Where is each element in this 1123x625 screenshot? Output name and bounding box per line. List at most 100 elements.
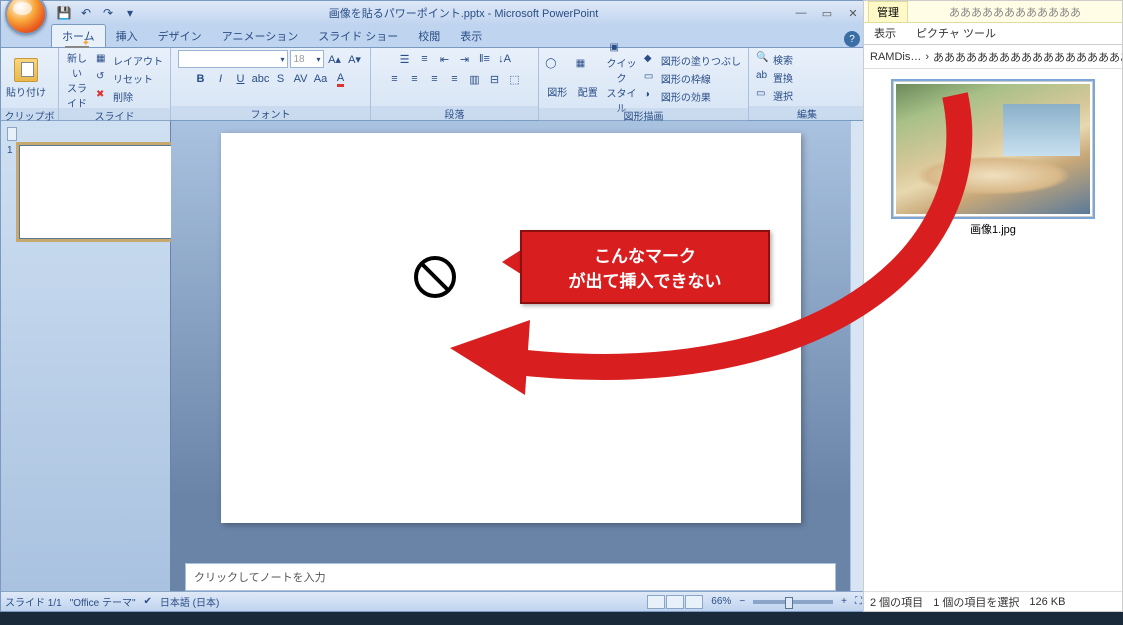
shadow-button[interactable]: S — [272, 70, 290, 88]
zoom-slider[interactable] — [753, 600, 833, 604]
status-item-count: 2 個の項目 — [870, 594, 923, 610]
select-button[interactable]: ▭選択 — [753, 87, 796, 104]
align-text-button[interactable]: ⊟ — [486, 70, 504, 88]
fit-to-window-button[interactable]: ⛶ — [855, 596, 862, 607]
shape-outline-button[interactable]: ▭図形の枠線 — [641, 70, 744, 87]
breadcrumb-segment[interactable]: RAMDis… — [870, 51, 921, 63]
arrange-button[interactable]: ▦配置 — [574, 50, 603, 106]
maximize-button[interactable]: ▭ — [814, 2, 840, 24]
explorer-ribbon-tabs: 表示 ピクチャ ツール — [864, 23, 1122, 45]
slideshow-view-button[interactable] — [685, 595, 703, 609]
save-button[interactable]: 💾 — [55, 4, 73, 22]
new-slide-label: 新しい スライド — [63, 50, 91, 110]
tab-slideshow[interactable]: スライド ショー — [308, 25, 408, 47]
shrink-font-button[interactable]: A▾ — [346, 50, 364, 68]
delete-slide-button[interactable]: ✖削除 — [93, 88, 166, 105]
new-slide-button[interactable]: 新しい スライド — [63, 50, 91, 106]
italic-button[interactable]: I — [212, 70, 230, 88]
grow-font-button[interactable]: A▴ — [326, 50, 344, 68]
justify-button[interactable]: ≡ — [446, 70, 464, 88]
tab-review[interactable]: 校閲 — [408, 25, 450, 47]
shape-fill-button[interactable]: ◆図形の塗りつぶし — [641, 52, 744, 69]
decrease-indent-button[interactable]: ⇤ — [436, 50, 454, 68]
explorer-tab-picture-tools[interactable]: ピクチャ ツール — [906, 22, 1006, 44]
align-left-button[interactable]: ≡ — [386, 70, 404, 88]
callout-line2: が出て挿入できない — [530, 267, 760, 292]
align-right-button[interactable]: ≡ — [426, 70, 444, 88]
sorter-view-button[interactable] — [666, 595, 684, 609]
tab-home[interactable]: ホーム — [51, 24, 106, 47]
reset-icon: ↺ — [96, 71, 110, 85]
minimize-button[interactable]: — — [788, 2, 814, 24]
font-size-combo[interactable]: 18 — [290, 50, 324, 68]
powerpoint-window: 💾 ↶ ↷ ▾ 画像を貼るパワーポイント.pptx - Microsoft Po… — [0, 0, 867, 612]
shape-effects-button[interactable]: ◑図形の効果 — [641, 88, 744, 105]
bold-button[interactable]: B — [192, 70, 210, 88]
callout-line1: こんなマーク — [530, 242, 760, 267]
breadcrumb-segment[interactable]: あああああああああああああああああああああああああああ — [933, 49, 1122, 65]
increase-indent-button[interactable]: ⇥ — [456, 50, 474, 68]
bullets-button[interactable]: ☰ — [396, 50, 414, 68]
undo-button[interactable]: ↶ — [77, 4, 95, 22]
find-icon: 🔍 — [756, 52, 770, 66]
outline-tab-handle[interactable] — [7, 127, 17, 141]
numbering-button[interactable]: ≡ — [416, 50, 434, 68]
qat-dropdown[interactable]: ▾ — [121, 4, 139, 22]
status-file-size: 126 KB — [1029, 596, 1065, 608]
line-spacing-button[interactable]: ‖≡ — [476, 50, 494, 68]
change-case-button[interactable]: Aa — [312, 70, 330, 88]
quick-access-toolbar: 💾 ↶ ↷ ▾ — [55, 4, 139, 22]
reset-button[interactable]: ↺リセット — [93, 70, 166, 87]
effects-icon: ◑ — [644, 89, 658, 103]
shapes-button[interactable]: ◯図形 — [543, 50, 572, 106]
breadcrumb-separator: › — [925, 51, 929, 63]
strike-button[interactable]: abc — [252, 70, 270, 88]
status-spellcheck-icon[interactable]: ✔ — [144, 596, 152, 607]
tab-animation[interactable]: アニメーション — [212, 25, 309, 47]
group-paragraph: ☰ ≡ ⇤ ⇥ ‖≡ ↓A ≡ ≡ ≡ ≡ ▥ ⊟ ⬚ 段落 — [371, 48, 539, 120]
slide-thumbnail-1[interactable] — [19, 145, 174, 239]
underline-button[interactable]: U — [232, 70, 250, 88]
breadcrumb[interactable]: RAMDis… › あああああああああああああああああああああああああああ — [864, 45, 1122, 69]
file-explorer-window: 管理 ああああああああああああ 表示 ピクチャ ツール RAMDis… › ああ… — [863, 0, 1123, 612]
help-button[interactable]: ? — [844, 31, 860, 47]
columns-button[interactable]: ▥ — [466, 70, 484, 88]
smartart-button[interactable]: ⬚ — [506, 70, 524, 88]
zoom-out-button[interactable]: − — [739, 596, 745, 607]
slide-thumbnails-pane[interactable]: 1 — [1, 121, 171, 591]
replace-button[interactable]: ab置換 — [753, 69, 796, 86]
file-thumbnail[interactable] — [893, 81, 1093, 217]
char-spacing-button[interactable]: AV — [292, 70, 310, 88]
group-clipboard: 貼り付け クリップボード — [1, 48, 59, 120]
font-color-button[interactable]: A — [332, 70, 350, 88]
tab-design[interactable]: デザイン — [148, 25, 212, 47]
new-slide-icon — [65, 46, 89, 48]
group-editing: 🔍検索 ab置換 ▭選択 編集 — [749, 48, 866, 120]
redo-button[interactable]: ↷ — [99, 4, 117, 22]
group-label: 段落 — [371, 106, 538, 120]
normal-view-button[interactable] — [647, 595, 665, 609]
group-slides: 新しい スライド ▦レイアウト ↺リセット ✖削除 スライド — [59, 48, 171, 120]
text-direction-button[interactable]: ↓A — [496, 50, 514, 68]
tab-view[interactable]: 表示 — [450, 25, 492, 47]
tab-insert[interactable]: 挿入 — [106, 25, 148, 47]
workspace: 1 クリックしてノートを入力 — [1, 121, 866, 591]
thumbnail-number: 1 — [7, 145, 13, 156]
status-language[interactable]: 日本語 (日本) — [160, 594, 219, 609]
find-button[interactable]: 🔍検索 — [753, 51, 796, 68]
file-name-label[interactable]: 画像1.jpg — [970, 221, 1016, 237]
notes-pane[interactable]: クリックしてノートを入力 — [185, 563, 836, 591]
replace-icon: ab — [756, 70, 770, 84]
slide-canvas[interactable] — [221, 133, 801, 523]
zoom-level[interactable]: 66% — [711, 596, 731, 607]
align-center-button[interactable]: ≡ — [406, 70, 424, 88]
layout-button[interactable]: ▦レイアウト — [93, 52, 166, 69]
zoom-in-button[interactable]: + — [841, 596, 847, 607]
paste-button[interactable]: 貼り付け — [5, 50, 47, 106]
font-family-combo[interactable] — [178, 50, 288, 68]
ribbon-context-tab[interactable]: 管理 — [868, 1, 908, 23]
explorer-file-list[interactable]: 画像1.jpg — [864, 69, 1122, 591]
layout-icon: ▦ — [96, 53, 110, 67]
quick-styles-button[interactable]: ▣クイック スタイル — [604, 50, 639, 106]
explorer-tab-view[interactable]: 表示 — [864, 22, 906, 44]
